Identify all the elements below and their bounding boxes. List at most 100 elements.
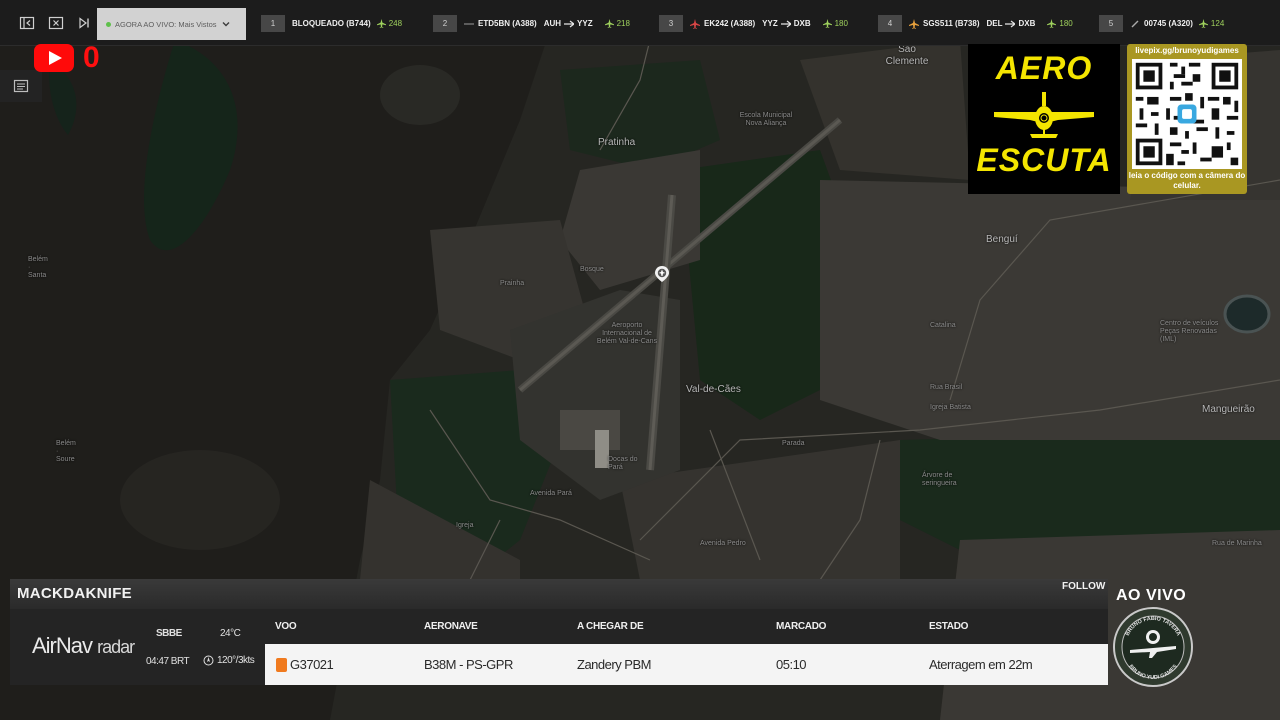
map-label-arvore: Árvore de seringueira (922, 472, 957, 487)
airline-gol-icon (276, 658, 287, 672)
plane-icon (690, 18, 700, 29)
flight-origin: DEL (986, 19, 1003, 28)
wind-info: 120°/3kts (203, 655, 255, 666)
logo-word-escuta: ESCUTA (976, 142, 1112, 178)
map-label-centro: Centro de veículos Peças Renovadas (IML) (1160, 320, 1219, 343)
flight-watchers: 180 (822, 19, 848, 28)
map-label-airport: Aeroporto Internacional de Belém Val-de-… (596, 322, 658, 345)
flight-callsign: ETD5BN (A388) (478, 19, 537, 28)
flight-callsign: EK242 (A388) (704, 19, 756, 28)
stream-screen: São Clemente Pratinha Benguí Val-de-Cães… (0, 0, 1280, 720)
qr-caption: leia o código com a câmera do celular. (1128, 171, 1246, 190)
plane-arrow-icon (1005, 20, 1016, 27)
column-from: A CHEGAR DE (577, 621, 644, 632)
temperature: 24°C (220, 628, 241, 639)
column-scheduled: MARCADO (776, 621, 827, 632)
top-flight-4[interactable]: 4 SGS511 (B738) DEL DXB 180 (878, 15, 1073, 32)
plane-icon (1131, 20, 1139, 27)
airplane-logo-icon (994, 92, 1094, 138)
flight-callsign: 00745 (A320) (1144, 19, 1193, 28)
flight-rank: 1 (261, 15, 285, 32)
map-label-parada: Parada (782, 440, 805, 447)
airnav-brand: AirNav (32, 633, 93, 658)
map-label-igreja: Igreja (456, 522, 474, 529)
table-row[interactable]: G37021 B38M - PS-GPR Zandery PBM 05:10 A… (265, 644, 1108, 685)
flight-origin: AUH (543, 19, 562, 28)
map-label-docas: Docas do Pará (608, 456, 638, 471)
youtube-counter: 0 (83, 41, 100, 74)
flight-watchers: 180 (1047, 19, 1073, 28)
flight-destination: DXB (1018, 19, 1036, 28)
airnav-radar-word: radar (97, 637, 135, 657)
qr-code-icon[interactable] (1132, 59, 1242, 169)
flight-watchers: 124 (1198, 19, 1224, 28)
plane-arrow-icon (564, 20, 575, 27)
top-flight-5[interactable]: 5 00745 (A320) 124 (1099, 15, 1224, 32)
top-flight-3[interactable]: 3 EK242 (A388) YYZ DXB 180 (659, 15, 848, 32)
map-label-belem-santa: Belém · Santa (28, 256, 48, 279)
aircraft-marker-icon[interactable] (655, 266, 669, 282)
live-label: AO VIVO (1116, 587, 1187, 604)
map-label-bengui: Benguí (986, 234, 1018, 245)
map-label-belem-soure: Belém · Soure (56, 440, 76, 463)
column-flight: VOO (275, 621, 297, 632)
map-label-catalina: Catalina (930, 322, 956, 329)
map-label-bosque: Bosque (580, 266, 604, 273)
column-status: ESTADO (929, 621, 969, 632)
local-time: 04:47 BRT (146, 656, 190, 667)
plane-icon (909, 18, 919, 29)
top-flight-2[interactable]: 2 ETD5BN (A388) AUH YYZ 218 (433, 15, 630, 32)
follow-button[interactable]: FOLLOW (1062, 581, 1105, 592)
cell-aircraft: B38M - PS-GPR (424, 657, 513, 672)
aero-escuta-logo: AERO ESCUTA (968, 44, 1120, 194)
map-label-escola: Escola Municipal Nova Aliança (739, 112, 793, 127)
chevron-down-icon (222, 22, 230, 27)
flight-rank: 4 (878, 15, 902, 32)
airport-code: SBBE (156, 628, 182, 639)
plane-icon (464, 22, 474, 25)
qr-url: livepix.gg/brunoyudigames (1135, 46, 1239, 55)
plane-icon (376, 19, 386, 28)
skip-next-icon[interactable] (76, 15, 92, 31)
youtube-icon (34, 44, 74, 72)
list-toggle-button[interactable] (0, 70, 42, 102)
flight-rank: 5 (1099, 15, 1123, 32)
airnav-radar-logo: AirNav radar (32, 633, 135, 659)
cell-status: Aterragem em 22m (929, 657, 1033, 672)
donation-qr-panel: livepix.gg/brunoyudigames leia o código … (1127, 44, 1247, 194)
map-label-rua-brasil: Rua Brasil (930, 384, 963, 391)
map-label-prainha: Prainha (500, 280, 525, 287)
flight-watchers: 248 (376, 19, 402, 28)
column-aircraft: AERONAVE (424, 621, 478, 632)
flight-origin: YYZ (762, 19, 778, 28)
list-icon (13, 79, 29, 93)
spotter-header: MACKDAKNIFE (10, 579, 1108, 609)
map-label-mangueirao: Mangueirão (1202, 404, 1255, 415)
flight-info-panel: AirNav radar SBBE 24°C 04:47 BRT 120°/3k… (10, 609, 1108, 685)
map-label-rua-marinha: Rua de Marinha (1212, 540, 1262, 547)
cell-from: Zandery PBM (577, 657, 651, 672)
top-flights-bar: AGORA AO VIVO: Mais Vistos 1 BLOQUEADO (… (0, 0, 1280, 46)
map-label-sao-clemente: São Clemente (885, 44, 929, 67)
live-most-viewed-dropdown[interactable]: AGORA AO VIVO: Mais Vistos (97, 8, 246, 40)
collapse-left-icon[interactable] (19, 15, 35, 31)
plane-icon (1047, 19, 1057, 28)
flight-callsign: BLOQUEADO (B744) (292, 19, 371, 28)
cell-flight: G37021 (290, 657, 334, 672)
top-flight-1[interactable]: 1 BLOQUEADO (B744) 248 (261, 15, 402, 32)
plane-icon (822, 19, 832, 28)
close-panel-icon[interactable] (48, 15, 64, 31)
plane-arrow-icon (780, 20, 791, 27)
live-tab-label: AGORA AO VIVO: Mais Vistos (115, 19, 217, 29)
map-label-avenida-para: Avenida Pará (530, 490, 572, 497)
map-label-avenida-pedro: Avenida Pedro (700, 540, 746, 547)
flight-destination: YYZ (577, 19, 593, 28)
channel-badge-icon: BRUNO FABIO TAVERA BRUNO YUDI GAMES (1113, 607, 1193, 687)
map-label-batista: Igreja Batista (930, 404, 971, 411)
cell-scheduled: 05:10 (776, 657, 807, 672)
spotter-name: MACKDAKNIFE (17, 585, 132, 602)
flight-destination: DXB (793, 19, 811, 28)
map-label-val-de-caes: Val-de-Cães (686, 384, 741, 395)
flight-rank: 3 (659, 15, 683, 32)
wind-compass-icon (203, 655, 214, 666)
